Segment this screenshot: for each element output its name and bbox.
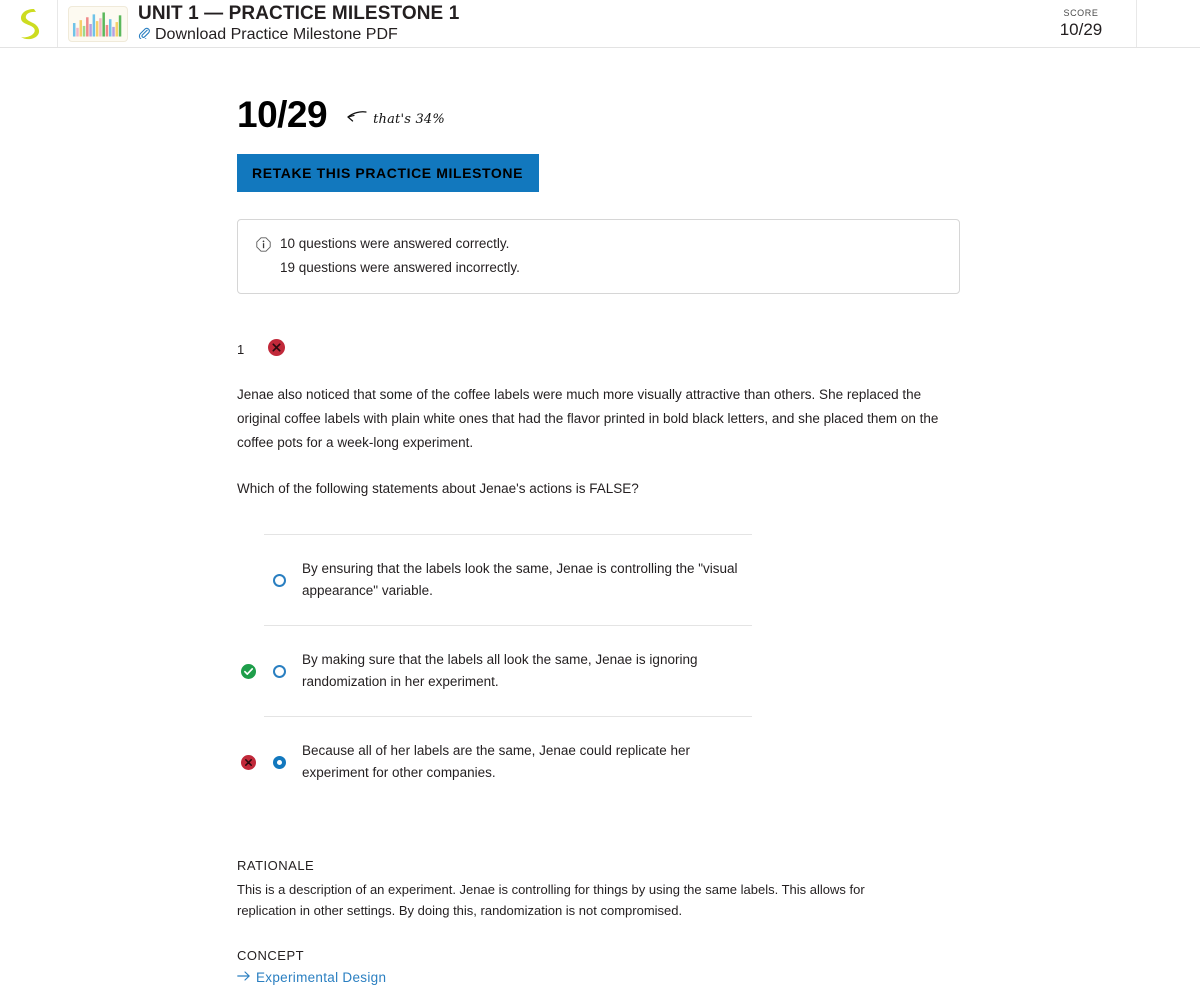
option-3-radio[interactable] [259,755,299,769]
percentage-text: that's 34% [373,111,445,127]
info-icon [256,237,271,257]
option-1-radio[interactable] [259,573,299,587]
paperclip-icon [138,26,150,44]
option-3-label: Because all of her labels are the same, … [302,743,690,780]
incorrect-count-text: 19 questions were answered incorrectly. [280,260,520,275]
header-title-cell: UNIT 1 — PRACTICE MILESTONE 1 Download P… [138,3,1026,44]
curved-arrow-icon [345,109,367,130]
percentage-annotation: that's 34% [345,109,445,130]
question-prompt: Which of the following statements about … [237,481,639,496]
sophia-logo-icon[interactable] [18,8,40,40]
radio-selected-icon [272,755,286,769]
app-header: UNIT 1 — PRACTICE MILESTONE 1 Download P… [0,0,1200,48]
score-value: 10/29 [1059,19,1103,39]
option-1-label: By ensuring that the labels look the sam… [302,561,738,598]
rationale-block: RATIONALE This is a description of an ex… [237,857,917,921]
download-pdf-link[interactable]: Download Practice Milestone PDF [138,26,1026,44]
correct-count-text: 10 questions were answered correctly. [280,236,510,251]
question-passage: Jenae also noticed that some of the coff… [237,387,939,450]
option-2-label: By making sure that the labels all look … [302,652,698,689]
option-3-mark [237,754,259,770]
rationale-text: This is a description of an experiment. … [237,882,865,918]
concept-link[interactable]: Experimental Design [237,969,1200,987]
question-body: Jenae also noticed that some of the coff… [237,383,947,501]
radio-unselected-icon [272,664,286,678]
answer-option-1[interactable]: By ensuring that the labels look the sam… [237,535,1200,625]
retake-button[interactable]: RETAKE THIS PRACTICE MILESTONE [237,154,540,192]
rationale-label: RATIONALE [237,858,315,873]
header-score: SCORE 10/29 [1026,0,1137,47]
milestone-thumbnail-cell [58,5,128,42]
result-summary-row: 10/29 that's 34% [237,95,1200,135]
main-content: 10/29 that's 34% RETAKE THIS PRACTICE MI… [0,48,1200,987]
page-title: UNIT 1 — PRACTICE MILESTONE 1 [138,3,460,24]
header-spacer [1137,0,1200,47]
question-number: 1 [237,342,245,357]
bar-chart-thumbnail-icon [68,5,128,42]
result-score: 10/29 [237,94,328,135]
option-2-radio[interactable] [259,664,299,678]
concept-link-label: Experimental Design [256,970,387,985]
check-circle-icon [240,663,256,679]
option-2-mark [237,663,259,679]
question-header: 1 [237,339,1200,361]
logo-cell [0,0,58,47]
results-info-box: 10 questions were answered correctly. 19… [237,219,960,294]
x-circle-icon [240,754,256,770]
score-label: SCORE [1063,7,1099,18]
concept-label: CONCEPT [237,948,305,963]
concept-block: CONCEPT Experimental Design [237,947,1200,987]
answer-option-2[interactable]: By making sure that the labels all look … [237,626,1200,716]
answer-option-3[interactable]: Because all of her labels are the same, … [237,717,1200,807]
answer-options: By ensuring that the labels look the sam… [237,534,1200,807]
arrow-right-icon [237,969,251,987]
question-status-incorrect-icon [268,339,285,361]
download-pdf-label: Download Practice Milestone PDF [155,26,398,43]
radio-unselected-icon [272,573,286,587]
